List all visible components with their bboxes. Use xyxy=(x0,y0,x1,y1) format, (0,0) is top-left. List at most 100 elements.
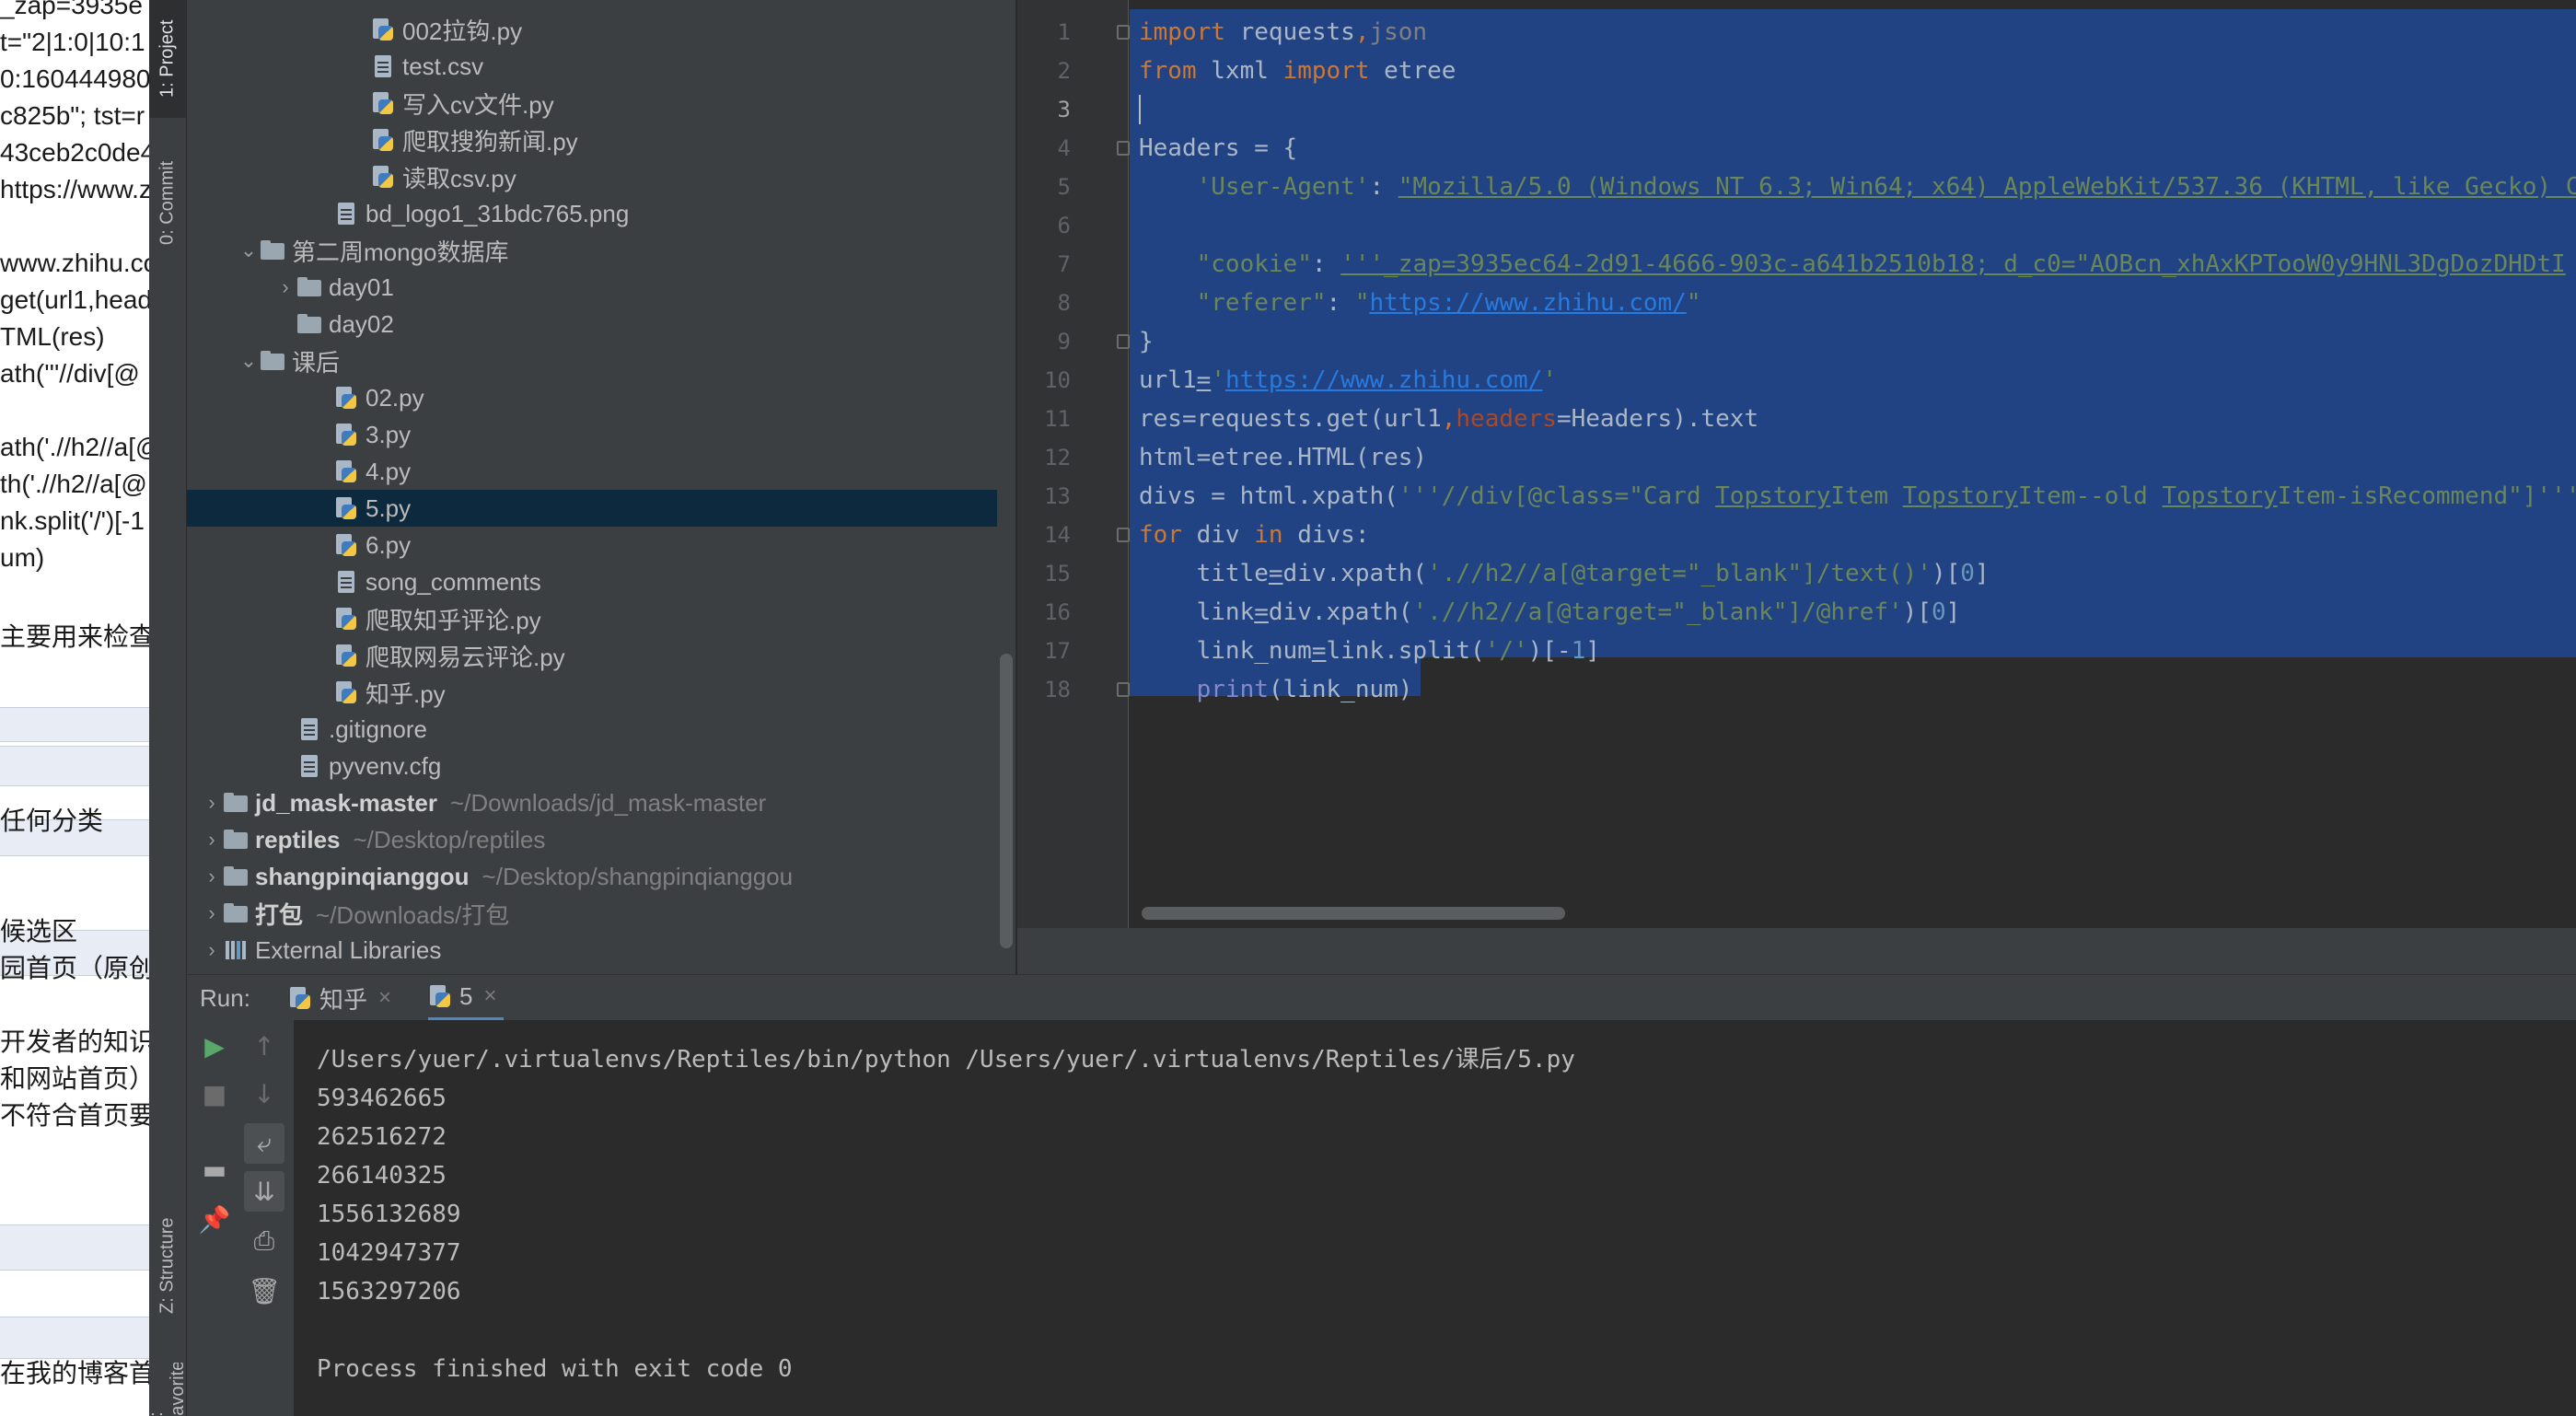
run-panel-header: Run: 知乎 × 5 × xyxy=(187,974,2576,1021)
run-console[interactable]: /Users/yuer/.virtualenvs/Reptiles/bin/py… xyxy=(295,1020,2576,1416)
line-number: 5 xyxy=(1057,174,1071,200)
browser-text-line: TML(res) xyxy=(0,322,105,351)
tree-item-label: song_comments xyxy=(366,567,541,596)
tree-item[interactable]: 4.py xyxy=(187,453,1015,490)
tree-item[interactable]: 爬取网易云评论.py xyxy=(187,637,1015,674)
tree-item-label: 02.py xyxy=(366,383,424,412)
layout-icon[interactable]: ▬ xyxy=(194,1149,235,1190)
code-line-1: import requests,json xyxy=(1139,18,1428,46)
tree-item[interactable]: song_comments xyxy=(187,563,1015,600)
tree-item-label: 写入cv文件.py xyxy=(402,90,554,119)
close-icon[interactable]: × xyxy=(378,985,391,1011)
chevron-right-icon[interactable]: › xyxy=(200,901,224,925)
line-number: 18 xyxy=(1044,677,1071,702)
chevron-right-icon[interactable]: › xyxy=(200,938,224,962)
fold-marker-icon[interactable] xyxy=(1117,334,1130,349)
editor-horizontal-scrollbar[interactable] xyxy=(1142,907,1565,920)
tree-item[interactable]: › jd_mask-master ~/Downloads/jd_mask-maste… xyxy=(187,784,1015,821)
tree-item[interactable]: day02 xyxy=(187,306,1015,342)
tree-item[interactable]: 读取csv.py xyxy=(187,158,1015,195)
tree-item[interactable]: 知乎.py xyxy=(187,674,1015,711)
tree-item[interactable]: test.csv xyxy=(187,48,1015,85)
line-number: 10 xyxy=(1044,367,1071,393)
project-scrollbar[interactable] xyxy=(1000,654,1013,948)
fold-marker-icon[interactable] xyxy=(1117,25,1130,40)
run-tab[interactable]: 知乎 × xyxy=(288,975,399,1021)
fold-marker-icon[interactable] xyxy=(1117,141,1130,156)
code-line-18: print(link_num) xyxy=(1196,676,1413,703)
scroll-down-icon[interactable]: ↓ xyxy=(244,1074,284,1114)
tree-item[interactable]: bd_logo1_31bdc765.png xyxy=(187,195,1015,232)
tree-item[interactable]: › shangpinqianggou ~/Desktop/shangpinqiang… xyxy=(187,858,1015,895)
tab-project[interactable]: 1: Project xyxy=(149,0,186,118)
soft-wrap-icon[interactable]: ⤶ xyxy=(244,1123,284,1164)
chevron-right-icon[interactable]: › xyxy=(200,791,224,815)
browser-text-line: 候选区 xyxy=(0,917,78,946)
tab-commit[interactable]: 0: Commit xyxy=(149,133,186,272)
tree-item[interactable]: 002拉钩.py xyxy=(187,11,1015,48)
print-icon[interactable]: ⎙ xyxy=(244,1221,284,1261)
code-line-14: for div in divs: xyxy=(1139,521,1370,549)
tree-item[interactable]: 爬取知乎评论.py xyxy=(187,600,1015,637)
fold-marker-icon[interactable] xyxy=(1117,682,1130,697)
browser-text-line: um) xyxy=(0,543,45,572)
run-tab-label: 知乎 xyxy=(319,985,368,1014)
chevron-right-icon[interactable]: › xyxy=(273,275,297,299)
browser-text-line: th('.//h2//a[@ xyxy=(0,470,147,498)
tree-item-label: day02 xyxy=(329,309,394,338)
close-icon[interactable]: × xyxy=(483,983,496,1009)
chevron-down-icon[interactable]: ⌄ xyxy=(237,238,261,262)
python-file-icon xyxy=(334,386,358,410)
code-editor[interactable]: import requests,json from lxml import et… xyxy=(1130,0,2576,928)
image-file-icon xyxy=(334,202,358,226)
run-tab[interactable]: 5 × xyxy=(428,975,505,1021)
trash-icon[interactable]: 🗑 xyxy=(244,1271,284,1311)
tree-item[interactable]: › 打包 ~/Downloads/打包 xyxy=(187,895,1015,932)
tree-item[interactable]: › day01 xyxy=(187,269,1015,306)
tree-item[interactable]: ⌄ 第二周mongo数据库 xyxy=(187,232,1015,269)
tree-item-label: 3.py xyxy=(366,420,412,448)
config-file-icon xyxy=(297,754,321,778)
tab-structure[interactable]: Z: Structure xyxy=(149,1188,186,1344)
stop-icon[interactable]: ■ xyxy=(194,1074,235,1114)
tree-item[interactable]: 6.py xyxy=(187,527,1015,563)
console-line: 262516272 xyxy=(317,1123,447,1151)
tree-item[interactable]: › reptiles ~/Desktop/reptiles xyxy=(187,821,1015,858)
python-file-icon xyxy=(371,165,395,189)
scroll-to-end-icon[interactable]: ⇊ xyxy=(244,1171,284,1212)
browser-text-line: 主要用来检查您的 xyxy=(0,622,149,651)
tree-item-label: 爬取知乎评论.py xyxy=(366,606,541,634)
tree-item-label: 打包 xyxy=(255,900,304,929)
code-line-8: "referer": "https://www.zhihu.com/" xyxy=(1196,289,1701,317)
tree-item[interactable]: 02.py xyxy=(187,379,1015,416)
line-number: 13 xyxy=(1044,483,1071,509)
pin-icon[interactable]: 📌 xyxy=(194,1199,235,1239)
folder-icon xyxy=(261,238,284,262)
editor-bottom-band xyxy=(1017,928,2576,974)
tree-item[interactable]: 写入cv文件.py xyxy=(187,85,1015,122)
tree-item[interactable]: 5.py xyxy=(187,490,997,527)
tree-item[interactable]: › External Libraries xyxy=(187,932,1015,969)
tool-window-strip: 1: Project 0: Commit Z: Structure 2: Fav… xyxy=(149,0,187,1416)
line-number: 7 xyxy=(1057,251,1071,277)
chevron-down-icon[interactable]: ⌄ xyxy=(237,349,261,373)
chevron-right-icon[interactable]: › xyxy=(200,865,224,888)
fold-marker-icon[interactable] xyxy=(1117,528,1130,542)
text-file-icon xyxy=(297,717,321,741)
code-line-9: } xyxy=(1139,328,1154,355)
text-file-icon xyxy=(371,54,395,78)
scroll-up-icon[interactable]: ↑ xyxy=(244,1026,284,1066)
tree-item[interactable]: 爬取搜狗新闻.py xyxy=(187,122,1015,158)
tree-item[interactable]: 3.py xyxy=(187,416,1015,453)
tab-favorites[interactable]: 2: Favorites xyxy=(149,1363,186,1416)
tree-item[interactable]: ⌄ 课后 xyxy=(187,342,1015,379)
console-line: 593462665 xyxy=(317,1085,447,1112)
browser-text-line: 任何分类 xyxy=(0,807,104,835)
tree-item[interactable]: pyvenv.cfg xyxy=(187,748,1015,784)
tree-item[interactable]: .gitignore xyxy=(187,711,1015,748)
rerun-icon[interactable]: ▶ xyxy=(194,1026,235,1066)
tree-item-label: 第二周mongo数据库 xyxy=(292,238,509,266)
chevron-right-icon[interactable]: › xyxy=(200,828,224,852)
line-number: 17 xyxy=(1044,638,1071,664)
line-number: 14 xyxy=(1044,522,1071,548)
